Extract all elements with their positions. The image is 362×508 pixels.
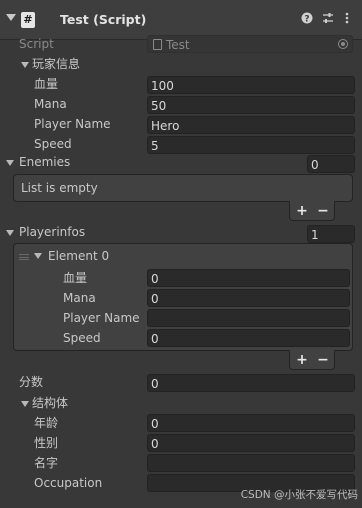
csharp-script-icon: #: [21, 12, 35, 28]
element-speed-field[interactable]: 0: [147, 329, 350, 347]
element-player-name-label: Player Name: [63, 311, 140, 325]
age-label: 年龄: [34, 416, 59, 430]
speed-field[interactable]: 5: [147, 136, 355, 154]
mana-field[interactable]: 50: [147, 96, 355, 114]
component-header: # Test (Script) ?: [0, 0, 362, 40]
sliders-icon[interactable]: [321, 12, 335, 28]
script-file-icon: [153, 39, 162, 50]
enemies-foldout[interactable]: Enemies: [19, 152, 70, 172]
element-mana-label: Mana: [63, 291, 96, 305]
add-element-button[interactable]: +: [295, 350, 309, 370]
age-field[interactable]: 0: [147, 414, 355, 432]
collapse-arrow-icon[interactable]: [6, 14, 16, 21]
script-value: Test: [166, 38, 190, 52]
remove-element-button[interactable]: −: [316, 350, 330, 370]
foldout-arrow-icon[interactable]: [21, 62, 29, 68]
hp-field[interactable]: 100: [147, 76, 355, 94]
gender-field[interactable]: 0: [147, 434, 355, 452]
foldout-arrow-icon[interactable]: [21, 401, 29, 407]
element-speed-label: Speed: [63, 331, 101, 345]
struct-foldout[interactable]: 结构体: [32, 393, 68, 413]
name-label: 名字: [34, 456, 59, 470]
enemies-button-bar: + −: [289, 201, 335, 221]
remove-element-button[interactable]: −: [316, 201, 330, 221]
playerinfos-foldout[interactable]: Playerinfos: [19, 222, 85, 242]
enemies-list: List is empty: [13, 174, 353, 202]
player-name-field[interactable]: Hero: [147, 116, 355, 134]
playerinfos-size-field[interactable]: 1: [307, 225, 355, 243]
playerinfos-button-bar: + −: [289, 350, 335, 370]
player-name-label: Player Name: [34, 117, 111, 131]
kebab-menu-icon[interactable]: [340, 12, 354, 28]
script-label: Script: [19, 37, 54, 51]
component-title: Test (Script): [60, 12, 147, 27]
score-field[interactable]: 0: [147, 374, 355, 392]
element-mana-field[interactable]: 0: [147, 289, 350, 307]
list-empty-text: List is empty: [21, 181, 98, 195]
name-field[interactable]: [147, 454, 355, 472]
element-0-foldout[interactable]: Element 0: [48, 246, 109, 266]
svg-text:?: ?: [304, 15, 309, 25]
help-icon[interactable]: ?: [300, 12, 314, 28]
element-hp-field[interactable]: 0: [147, 269, 350, 287]
watermark-text: CSDN @小张不爱写代码: [240, 489, 358, 501]
add-element-button[interactable]: +: [295, 201, 309, 221]
drag-handle-icon[interactable]: [19, 254, 29, 260]
element-player-name-field[interactable]: [147, 309, 350, 327]
hp-label: 血量: [34, 77, 59, 91]
score-label: 分数: [19, 375, 44, 389]
script-field[interactable]: Test: [147, 35, 353, 53]
occupation-label: Occupation: [34, 476, 103, 490]
foldout-arrow-icon[interactable]: [6, 230, 14, 236]
mana-label: Mana: [34, 97, 67, 111]
enemies-size-field[interactable]: 0: [307, 155, 355, 173]
speed-label: Speed: [34, 137, 72, 151]
gender-label: 性别: [34, 436, 59, 450]
element-hp-label: 血量: [63, 271, 88, 285]
object-picker-icon[interactable]: [338, 39, 348, 49]
player-info-foldout[interactable]: 玩家信息: [32, 54, 80, 74]
foldout-arrow-icon[interactable]: [34, 253, 42, 259]
foldout-arrow-icon[interactable]: [6, 160, 14, 166]
